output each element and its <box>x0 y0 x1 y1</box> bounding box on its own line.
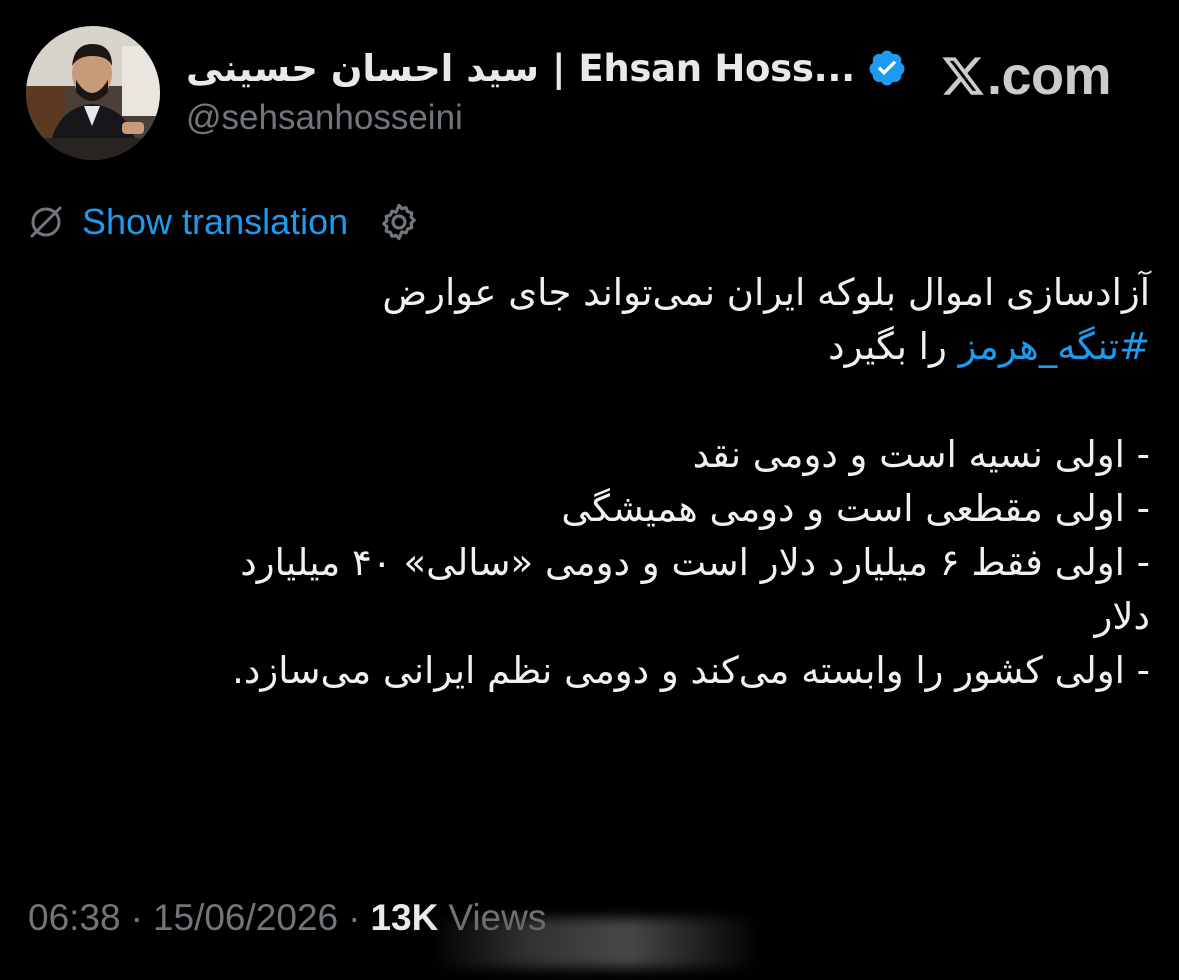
tweet-text: آزادسازی اموال بلوکه ایران نمی‌تواند جای… <box>30 266 1150 698</box>
tweet-line: #تنگه_هرمز را بگیرد <box>30 320 1150 374</box>
verified-badge-icon <box>867 48 907 88</box>
tweet-point: - اولی کشور را وابسته می‌کند و دومی نظم … <box>232 649 1150 692</box>
x-logo-icon <box>940 53 986 99</box>
tweet-point: - اولی فقط ۶ میلیارد دلار است و دومی «سا… <box>240 541 1150 584</box>
tweet-line: آزادسازی اموال بلوکه ایران نمی‌تواند جای… <box>382 271 1150 314</box>
meta-separator: · <box>130 897 143 938</box>
tweet-time[interactable]: 06:38 <box>28 897 121 939</box>
hashtag-link[interactable]: #تنگه_هرمز <box>959 325 1150 368</box>
blurred-overlay <box>430 918 760 968</box>
meta-separator: · <box>348 897 361 938</box>
tweet-point: - اولی نسیه است و دومی نقد <box>692 433 1150 476</box>
tweet-line-rest: را بگیرد <box>828 325 959 368</box>
display-name[interactable]: سید احسان حسینی | Ehsan Hoss... <box>186 47 855 90</box>
display-name-row[interactable]: سید احسان حسینی | Ehsan Hoss... <box>186 40 907 96</box>
tweet-header: سید احسان حسینی | Ehsan Hoss... @sehsanh… <box>0 0 1179 180</box>
translate-off-icon <box>26 202 66 242</box>
site-domain: .com <box>987 46 1112 106</box>
gear-icon[interactable] <box>378 201 420 243</box>
translation-bar: Show translation <box>26 196 420 248</box>
user-handle[interactable]: @sehsanhosseini <box>186 98 463 138</box>
show-translation-link[interactable]: Show translation <box>82 201 348 243</box>
tweet-date[interactable]: 15/06/2026 <box>153 897 338 939</box>
views-count[interactable]: 13K <box>370 897 438 939</box>
avatar[interactable] <box>26 26 160 160</box>
tweet-point: - اولی مقطعی است و دومی همیشگی <box>561 487 1150 530</box>
tweet-point-continuation: دلار <box>1094 595 1150 638</box>
x-com-watermark: .com <box>940 46 1112 106</box>
